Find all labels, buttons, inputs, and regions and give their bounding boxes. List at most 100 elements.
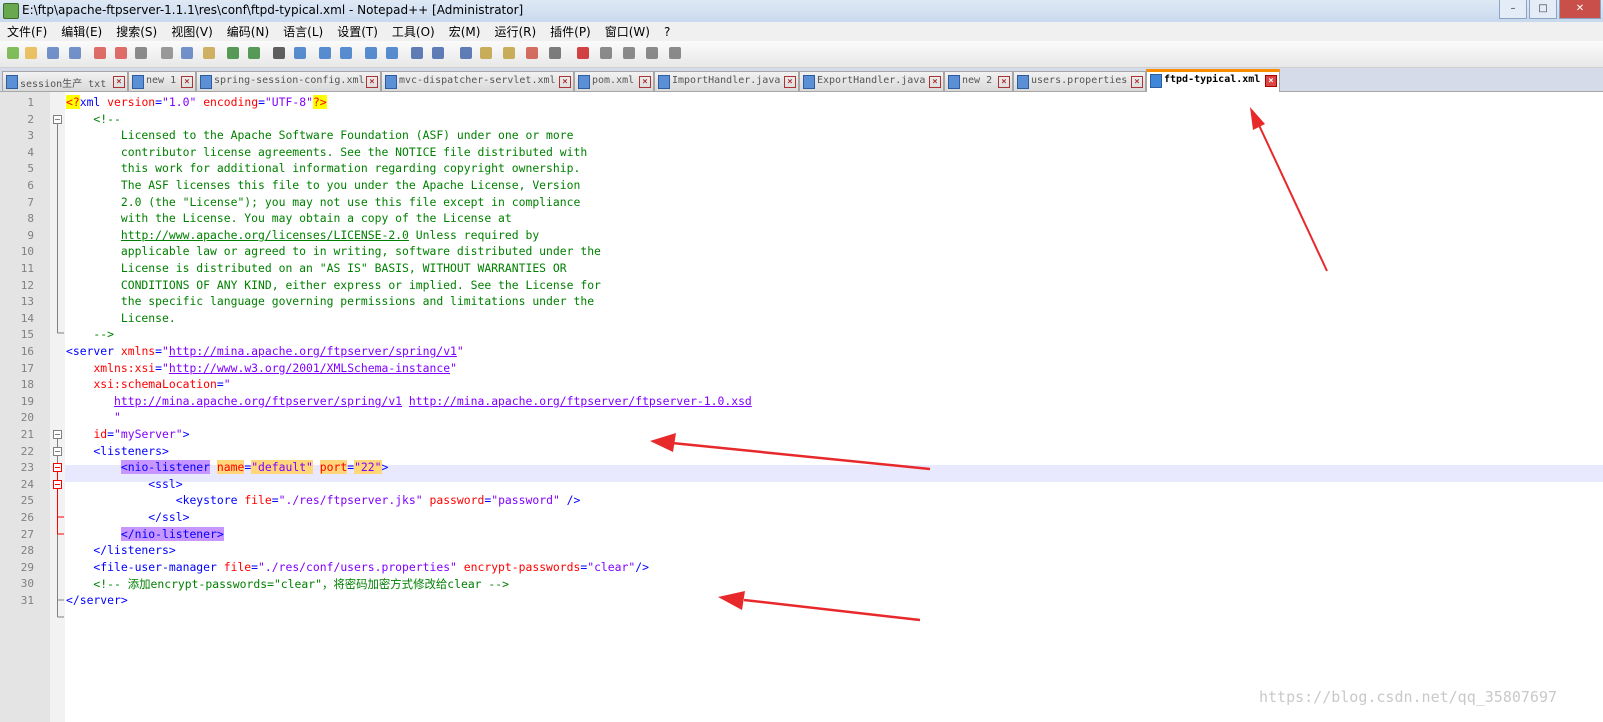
tab-close-icon[interactable]: × [113,76,125,88]
code-text[interactable]: License is distributed on an "AS IS" BAS… [66,261,567,275]
tab-close-icon[interactable]: × [1131,76,1143,88]
tab-close-icon[interactable]: × [1265,75,1277,87]
code-text[interactable]: xmlns:xsi="http://www.w3.org/2001/XMLSch… [66,361,456,375]
stop-macro-icon[interactable] [598,45,614,61]
menu-item[interactable]: 搜索(S) [109,23,164,40]
menu-item[interactable]: 设置(T) [330,23,385,40]
fold-toggle-icon[interactable] [53,463,62,473]
code-text[interactable]: <?xml version="1.0" encoding="UTF-8"?> [66,95,327,109]
tab-close-icon[interactable]: × [559,76,571,88]
function-list-icon[interactable] [501,45,517,61]
zoom-in-icon[interactable] [317,45,333,61]
menu-item[interactable]: 窗口(W) [598,23,657,40]
code-text[interactable]: http://www.apache.org/licenses/LICENSE-2… [66,228,539,242]
save-macro-icon[interactable] [667,45,683,61]
maximize-button[interactable]: □ [1529,0,1557,19]
close-all-icon[interactable] [113,45,129,61]
code-text[interactable]: CONDITIONS OF ANY KIND, either express o… [66,278,601,292]
tab[interactable]: users.properties × [1013,71,1146,91]
code-text[interactable]: applicable law or agreed to in writing, … [66,244,601,258]
code-text[interactable]: " [66,410,121,424]
code-text[interactable]: --> [66,327,114,341]
code-text[interactable]: <!-- [66,112,120,126]
tab-close-icon[interactable]: × [929,76,941,88]
code-text[interactable]: </ssl> [66,510,189,524]
code-text[interactable]: </listeners> [66,543,175,557]
monitor-icon[interactable] [547,45,563,61]
menu-item[interactable]: 编辑(E) [54,23,109,40]
tab[interactable]: ImportHandler.java × [654,71,799,91]
tab-close-icon[interactable]: × [784,76,796,88]
fold-toggle-icon[interactable] [53,479,62,489]
tab[interactable]: new 2 × [944,71,1013,91]
undo-icon[interactable] [225,45,241,61]
indent-guide-icon[interactable] [458,45,474,61]
save-all-icon[interactable] [67,45,83,61]
minimize-button[interactable]: – [1499,0,1527,19]
tab[interactable]: ExportHandler.java × [799,71,944,91]
menu-item[interactable]: 视图(V) [164,23,220,40]
code-text[interactable]: <ssl> [66,477,182,491]
code-text[interactable]: <keystore file="./res/ftpserver.jks" pas… [66,493,581,507]
code-text[interactable]: this work for additional information reg… [66,161,580,175]
menu-item[interactable]: 语言(L) [276,23,330,40]
fold-toggle-icon[interactable] [53,430,62,439]
fold-toggle-icon[interactable] [53,114,62,124]
code-text[interactable]: License. [66,311,176,325]
code-text[interactable]: http://mina.apache.org/ftpserver/spring/… [66,394,752,408]
tab-close-icon[interactable]: × [639,76,651,88]
menu-item[interactable]: 文件(F) [0,23,54,40]
code-text[interactable]: <listeners> [66,444,168,458]
code-text[interactable]: 2.0 (the "License"); you may not use thi… [66,195,580,209]
cut-icon[interactable] [159,45,175,61]
code-text[interactable]: id="myServer"> [66,427,189,441]
close-icon[interactable] [92,45,108,61]
menu-item[interactable]: 运行(R) [487,23,543,40]
tab-close-icon[interactable]: × [181,76,193,88]
code-editor[interactable]: 1 <?xml version="1.0" encoding="UTF-8"?> 2… [0,92,1603,722]
play-macro-icon[interactable] [621,45,637,61]
tab[interactable]: mvc-dispatcher-servlet.xml × [381,71,574,91]
doc-map-icon[interactable] [478,45,494,61]
folder-workspace-icon[interactable] [524,45,540,61]
close-window-button[interactable]: ✕ [1559,0,1601,19]
menu-item[interactable]: 插件(P) [543,23,598,40]
code-text[interactable]: </nio-listener> [66,526,224,541]
replace-icon[interactable] [292,45,308,61]
save-icon[interactable] [45,45,61,61]
redo-icon[interactable] [246,45,262,61]
tab[interactable]: pom.xml × [574,71,654,91]
tab[interactable]: new 1 × [128,71,196,91]
code-text[interactable]: </server> [66,593,128,607]
wrap-icon[interactable] [409,45,425,61]
menu-item[interactable]: ? [657,25,677,39]
code-text[interactable]: contributor license agreements. See the … [66,145,587,159]
tab[interactable]: session生产 txt × [2,71,128,91]
code-text[interactable]: <!-- 添加encrypt-passwords="clear"，将密码加密方式… [66,576,509,592]
print-icon[interactable] [133,45,149,61]
new-file-icon[interactable] [5,45,21,61]
tab[interactable]: spring-session-config.xml × [196,71,381,91]
record-macro-icon[interactable] [575,45,591,61]
code-text[interactable]: The ASF licenses this file to you under … [66,178,580,192]
code-text[interactable]: <server xmlns="http://mina.apache.org/ft… [66,344,464,358]
sync-v-icon[interactable] [363,45,379,61]
menu-item[interactable]: 编码(N) [220,23,276,40]
zoom-out-icon[interactable] [338,45,354,61]
code-text[interactable]: the specific language governing permissi… [66,294,594,308]
copy-icon[interactable] [179,45,195,61]
sync-h-icon[interactable] [384,45,400,61]
code-text[interactable]: with the License. You may obtain a copy … [66,211,512,225]
tab-active[interactable]: ftpd-typical.xml × [1146,69,1280,94]
find-icon[interactable] [271,45,287,61]
run-macro-multiple-icon[interactable] [644,45,660,61]
all-chars-icon[interactable] [430,45,446,61]
code-text[interactable]: <nio-listener name="default" port="22"> [66,460,388,475]
paste-icon[interactable] [201,45,217,61]
code-text[interactable]: Licensed to the Apache Software Foundati… [66,128,574,142]
code-text[interactable]: <file-user-manager file="./res/conf/user… [66,560,649,574]
code-text[interactable]: xsi:schemaLocation=" [66,377,230,391]
tab-close-icon[interactable]: × [366,76,378,88]
fold-toggle-icon[interactable] [53,446,62,456]
open-file-icon[interactable] [23,45,39,61]
